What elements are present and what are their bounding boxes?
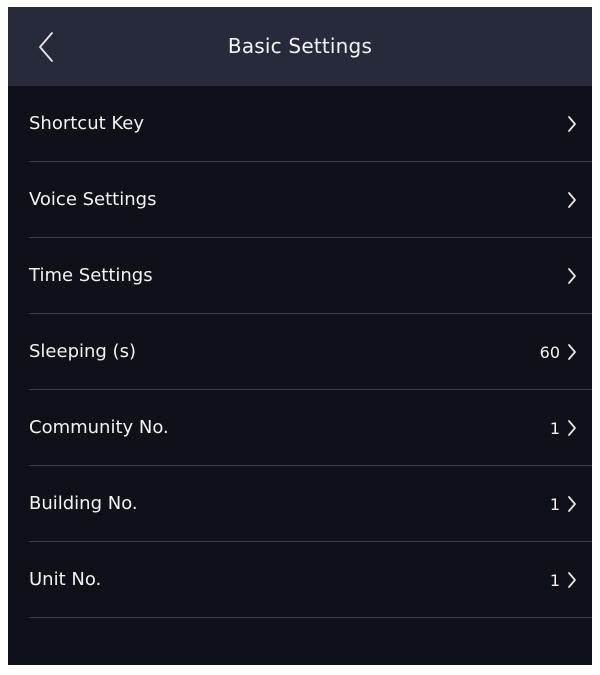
- device-screen: Basic Settings Shortcut Key Voice Settin…: [8, 7, 592, 665]
- row-label: Unit No.: [29, 569, 102, 590]
- settings-row-voice-settings[interactable]: Voice Settings: [8, 162, 592, 238]
- chevron-right-icon: [566, 189, 578, 211]
- row-label: Time Settings: [29, 265, 153, 286]
- settings-row-time-settings[interactable]: Time Settings: [8, 238, 592, 314]
- chevron-right-icon: [566, 417, 578, 439]
- chevron-right-icon: [566, 341, 578, 363]
- settings-row-unit-no[interactable]: Unit No. 1: [8, 542, 592, 618]
- chevron-right-icon: [566, 265, 578, 287]
- chevron-right-icon: [566, 113, 578, 135]
- row-label: Voice Settings: [29, 189, 157, 210]
- row-value: 1: [549, 570, 560, 590]
- settings-row-building-no[interactable]: Building No. 1: [8, 466, 592, 542]
- page-title: Basic Settings: [227, 34, 373, 58]
- settings-row-sleeping[interactable]: Sleeping (s) 60: [8, 314, 592, 390]
- settings-row-community-no[interactable]: Community No. 1: [8, 390, 592, 466]
- row-value: 60: [539, 342, 560, 362]
- row-divider: [29, 617, 592, 618]
- row-label: Sleeping (s): [29, 341, 136, 362]
- row-label: Shortcut Key: [29, 113, 145, 134]
- settings-list: Shortcut Key Voice Settings Time Setting…: [8, 86, 592, 618]
- settings-row-shortcut-key[interactable]: Shortcut Key: [8, 86, 592, 162]
- row-label: Building No.: [29, 493, 138, 514]
- row-value: 1: [549, 494, 560, 514]
- header-bar: Basic Settings: [8, 7, 592, 86]
- row-value: 1: [549, 418, 560, 438]
- row-label: Community No.: [29, 417, 169, 438]
- chevron-right-icon: [566, 569, 578, 591]
- chevron-right-icon: [566, 493, 578, 515]
